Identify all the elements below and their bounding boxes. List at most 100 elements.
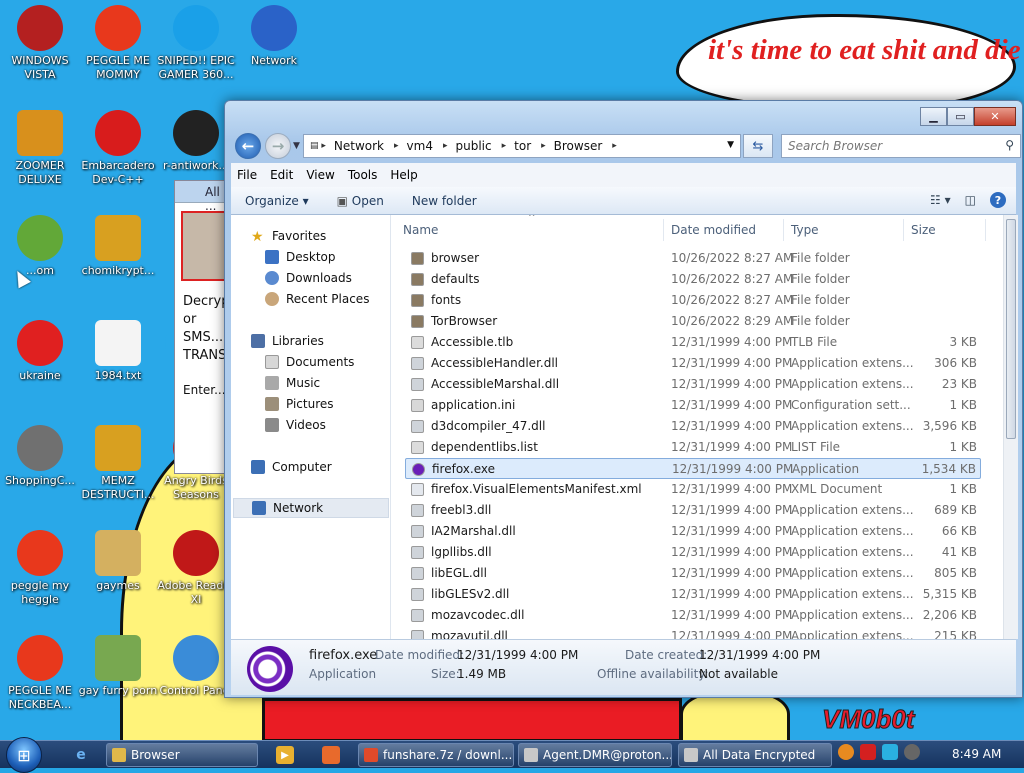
nav-downloads[interactable]: Downloads xyxy=(265,268,352,288)
breadcrumb[interactable]: tor xyxy=(514,139,531,153)
file-row[interactable]: application.ini 12/31/1999 4:00 PM Configu… xyxy=(405,395,981,416)
desktop-icon[interactable]: MEMZ DESTRUCTI... xyxy=(78,425,158,502)
volume-icon[interactable] xyxy=(904,744,920,760)
menu-help[interactable]: Help xyxy=(390,168,417,182)
address-dropdown-icon[interactable]: ▼ xyxy=(727,140,734,150)
desktop-icon[interactable]: gaymes xyxy=(78,530,158,593)
clock[interactable]: 8:49 AM xyxy=(952,747,1001,761)
file-row[interactable]: mozavcodec.dll 12/31/1999 4:00 PM Applicat… xyxy=(405,605,981,626)
nav-desktop[interactable]: Desktop xyxy=(265,247,336,267)
maximize-button[interactable]: ▭ xyxy=(947,107,974,126)
forward-button[interactable]: → xyxy=(265,133,291,159)
internet-explorer-icon[interactable]: e xyxy=(70,745,92,765)
recent-pages-dropdown[interactable]: ▼ xyxy=(293,141,300,151)
nav-network[interactable]: Network xyxy=(233,498,389,518)
file-row[interactable]: firefox.VisualElementsManifest.xml 12/31/… xyxy=(405,479,981,500)
file-row[interactable]: lgpllibs.dll 12/31/1999 4:00 PM Applicatio… xyxy=(405,542,981,563)
desktop-icon[interactable]: PEGGLE ME NECKBEA... xyxy=(0,635,80,712)
preview-pane-icon[interactable]: ◫ xyxy=(965,193,976,207)
close-button[interactable]: ✕ xyxy=(974,107,1016,126)
desktop-icon[interactable]: 1984.txt xyxy=(78,320,158,383)
nav-recent-places[interactable]: Recent Places xyxy=(265,289,369,309)
paint-icon[interactable] xyxy=(322,746,340,764)
column-headers: Name ^ Date modified Type Size xyxy=(391,215,1003,243)
change-view-icon[interactable]: ☷ ▾ xyxy=(930,193,951,207)
taskbar-button[interactable]: All Data Encrypted xyxy=(678,743,832,767)
taskbar-button[interactable]: Agent.DMR@proton... xyxy=(518,743,672,767)
organize-button[interactable]: Organize ▾ xyxy=(245,194,309,208)
desktop-icon[interactable]: ...om xyxy=(0,215,80,278)
network-tray-icon[interactable] xyxy=(882,744,898,760)
file-row[interactable]: AccessibleMarshal.dll 12/31/1999 4:00 PM A… xyxy=(405,374,981,395)
nav-computer[interactable]: Computer xyxy=(251,457,332,477)
file-row[interactable]: defaults 10/26/2022 8:27 AM File folder xyxy=(405,269,981,290)
nav-pictures[interactable]: Pictures xyxy=(265,394,334,414)
search-icon[interactable]: ⚲ xyxy=(1005,138,1014,152)
file-row[interactable]: firefox.exe 12/31/1999 4:00 PM Application… xyxy=(405,458,981,479)
breadcrumb[interactable]: vm4 xyxy=(407,139,433,153)
file-row[interactable]: AccessibleHandler.dll 12/31/1999 4:00 PM A… xyxy=(405,353,981,374)
file-date: 10/26/2022 8:29 AM xyxy=(671,314,794,328)
explorer-window[interactable]: ▁ ▭ ✕ ← → ▼ ▤ ▸ Network ▸ vm4 ▸ public ▸ to… xyxy=(224,100,1023,698)
menu-edit[interactable]: Edit xyxy=(270,168,293,182)
nav-videos[interactable]: Videos xyxy=(265,415,326,435)
menu-view[interactable]: View xyxy=(306,168,334,182)
desktop-icon[interactable]: ukraine xyxy=(0,320,80,383)
file-row[interactable]: libEGL.dll 12/31/1999 4:00 PM Application … xyxy=(405,563,981,584)
column-date-modified[interactable]: Date modified xyxy=(671,223,756,237)
back-button[interactable]: ← xyxy=(235,133,261,159)
open-button[interactable]: ▣ Open xyxy=(337,194,384,208)
search-tray-icon[interactable] xyxy=(838,744,854,760)
media-player-icon[interactable]: ▶ xyxy=(276,746,294,764)
file-row[interactable]: browser 10/26/2022 8:27 AM File folder xyxy=(405,248,981,269)
nav-libraries[interactable]: Libraries xyxy=(251,331,324,351)
file-row[interactable]: freebl3.dll 12/31/1999 4:00 PM Application… xyxy=(405,500,981,521)
column-type[interactable]: Type xyxy=(791,223,819,237)
desktop-icon[interactable]: Embarcadero Dev-C++ xyxy=(78,110,158,187)
desktop-icon[interactable]: Network xyxy=(234,5,314,68)
file-row[interactable]: IA2Marshal.dll 12/31/1999 4:00 PM Applicat… xyxy=(405,521,981,542)
search-input[interactable]: Search Browser ⚲ xyxy=(781,134,1021,158)
file-row[interactable]: d3dcompiler_47.dll 12/31/1999 4:00 PM Appl… xyxy=(405,416,981,437)
desktop-icon[interactable]: peggle my heggle xyxy=(0,530,80,607)
scrollbar-thumb[interactable] xyxy=(1006,219,1016,439)
minimize-button[interactable]: ▁ xyxy=(920,107,947,126)
breadcrumb[interactable]: Network xyxy=(334,139,384,153)
documents-icon xyxy=(265,355,279,369)
refresh-button[interactable]: ⇆ xyxy=(743,134,773,158)
file-row[interactable]: fonts 10/26/2022 8:27 AM File folder xyxy=(405,290,981,311)
nav-documents[interactable]: Documents xyxy=(265,352,354,372)
file-row[interactable]: TorBrowser 10/26/2022 8:29 AM File folder xyxy=(405,311,981,332)
desktop-icon[interactable]: ZOOMER DELUXE xyxy=(0,110,80,187)
desktop-icon-label: WINDOWS VISTA xyxy=(11,54,69,81)
menu-file[interactable]: File xyxy=(237,168,257,182)
flag-icon[interactable] xyxy=(860,744,876,760)
desktop-icon[interactable]: ShoppingC... xyxy=(0,425,80,488)
file-size: 689 KB xyxy=(934,503,977,517)
new-folder-button[interactable]: New folder xyxy=(412,194,477,208)
breadcrumb[interactable]: Browser xyxy=(554,139,603,153)
desktop-icon[interactable]: chomikrypt... xyxy=(78,215,158,278)
file-row[interactable]: mozavutil.dll 12/31/1999 4:00 PM Applicati… xyxy=(405,626,981,639)
file-row[interactable]: dependentlibs.list 12/31/1999 4:00 PM LIST… xyxy=(405,437,981,458)
desktop-icon-label: gay furry porn xyxy=(78,684,158,697)
file-icon xyxy=(411,567,424,580)
help-icon[interactable]: ? xyxy=(990,192,1006,208)
vertical-scrollbar[interactable] xyxy=(1003,215,1018,639)
column-size[interactable]: Size xyxy=(911,223,936,237)
desktop-icon[interactable]: gay furry porn xyxy=(78,635,158,698)
taskbar-button[interactable]: Browser xyxy=(106,743,258,767)
desktop-icon[interactable]: SNIPED!! EPIC GAMER 360... xyxy=(156,5,236,82)
file-row[interactable]: Accessible.tlb 12/31/1999 4:00 PM TLB File… xyxy=(405,332,981,353)
file-row[interactable]: libGLESv2.dll 12/31/1999 4:00 PM Applicati… xyxy=(405,584,981,605)
nav-favorites[interactable]: ★ Favorites xyxy=(251,226,326,246)
column-name[interactable]: Name xyxy=(403,223,438,237)
address-bar[interactable]: ▤ ▸ Network ▸ vm4 ▸ public ▸ tor ▸ Browser ▸ … xyxy=(303,134,741,158)
breadcrumb[interactable]: public xyxy=(456,139,492,153)
nav-music[interactable]: Music xyxy=(265,373,320,393)
taskbar-button[interactable]: funshare.7z / downl... xyxy=(358,743,514,767)
desktop-icon[interactable]: PEGGLE ME MOMMY xyxy=(78,5,158,82)
desktop-icon[interactable]: WINDOWS VISTA xyxy=(0,5,80,82)
menu-tools[interactable]: Tools xyxy=(348,168,378,182)
wallpaper-signature: VM0b0t xyxy=(821,704,915,735)
